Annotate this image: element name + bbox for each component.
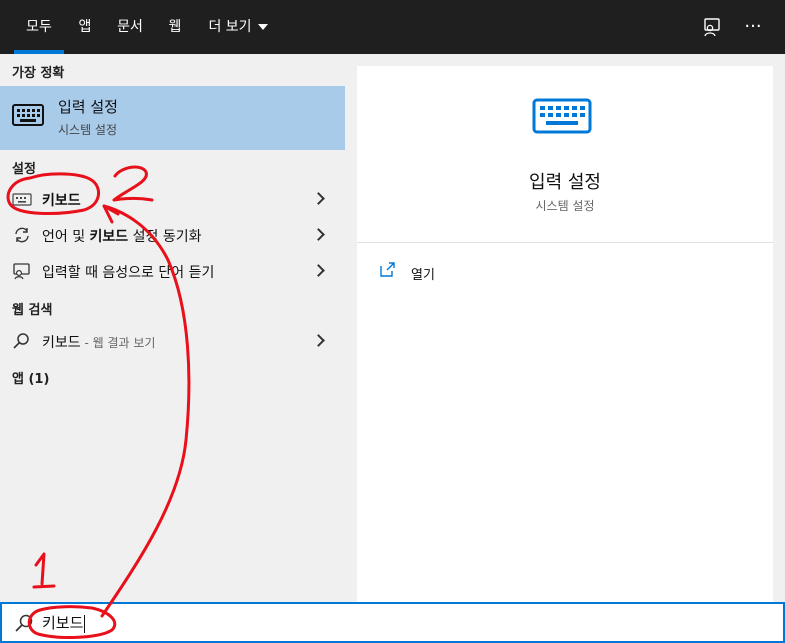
keyboard-icon	[12, 104, 44, 126]
more-options-icon[interactable]: ···	[740, 14, 766, 40]
preview-title: 입력 설정	[529, 172, 601, 193]
chevron-right-icon	[312, 264, 325, 277]
apps-header[interactable]: 앱 (1)	[12, 368, 49, 387]
tab-apps[interactable]: 앱	[72, 0, 98, 54]
search-filter-bar: 모두 앱 문서 웹 더 보기 ···	[0, 0, 785, 54]
best-match-subtitle: 시스템 설정	[58, 123, 118, 137]
web-search-sub: - 웹 결과 보기	[80, 336, 156, 350]
settings-item-label-post: 설정 동기화	[128, 229, 202, 245]
results-pane: 가장 정확 입력 설정 시스템 설정 설정 키보드 언어 및 키보드 설정 동기…	[0, 54, 345, 602]
chevron-down-icon	[257, 24, 268, 30]
web-search-item[interactable]: 키보드 - 웹 결과 보기	[0, 324, 345, 358]
settings-item-keyword: 키보드	[89, 229, 129, 245]
tab-more-label: 더 보기	[208, 19, 252, 35]
tab-all[interactable]: 모두	[14, 0, 64, 54]
search-input-value: 키보드	[42, 612, 86, 633]
preview-subtitle: 시스템 설정	[535, 199, 595, 213]
settings-item-keyword: 키보드	[42, 193, 81, 209]
search-input[interactable]: 키보드	[0, 602, 785, 643]
search-query: 키보드	[42, 614, 84, 632]
sync-icon	[15, 227, 29, 243]
web-search-header: 웹 검색	[12, 303, 53, 318]
best-match-item[interactable]: 입력 설정 시스템 설정	[0, 86, 345, 150]
keyboard-small-icon	[12, 193, 32, 206]
chevron-right-icon	[312, 334, 325, 347]
settings-item-narrator[interactable]: 입력할 때 음성으로 단어 듣기	[0, 254, 345, 288]
open-icon	[380, 262, 395, 277]
tab-all-label: 모두	[26, 19, 52, 35]
settings-item-label: 입력할 때 음성으로 단어 듣기	[42, 265, 215, 281]
best-match-title: 입력 설정	[58, 98, 118, 116]
settings-header: 설정	[12, 162, 36, 177]
tab-web-label: 웹	[168, 19, 182, 35]
divider	[357, 242, 773, 243]
settings-item-label: 언어 및 키보드 설정 동기화	[42, 226, 202, 246]
search-icon	[13, 333, 29, 349]
search-icon	[15, 614, 33, 632]
settings-item-label: 키보드	[42, 190, 81, 210]
web-search-label: 키보드 - 웹 결과 보기	[42, 332, 155, 352]
feedback-icon[interactable]	[699, 14, 725, 40]
keyboard-icon	[532, 98, 592, 134]
best-match-header: 가장 정확	[12, 66, 65, 81]
settings-item-language-sync[interactable]: 언어 및 키보드 설정 동기화	[0, 218, 345, 252]
open-label: 열기	[411, 268, 435, 283]
chevron-right-icon	[312, 228, 325, 241]
tab-documents[interactable]: 문서	[110, 0, 150, 54]
tab-more[interactable]: 더 보기	[202, 0, 274, 54]
narrator-icon	[13, 263, 30, 280]
text-cursor	[84, 614, 86, 633]
tab-documents-label: 문서	[117, 19, 143, 35]
preview-pane: 입력 설정 시스템 설정 열기	[357, 66, 773, 602]
chevron-right-icon	[312, 192, 325, 205]
web-search-term: 키보드	[42, 335, 81, 351]
settings-item-label-pre: 언어 및	[42, 229, 90, 245]
tab-web[interactable]: 웹	[162, 0, 188, 54]
settings-item-keyboard[interactable]: 키보드	[0, 182, 345, 216]
tab-apps-label: 앱	[78, 19, 92, 35]
